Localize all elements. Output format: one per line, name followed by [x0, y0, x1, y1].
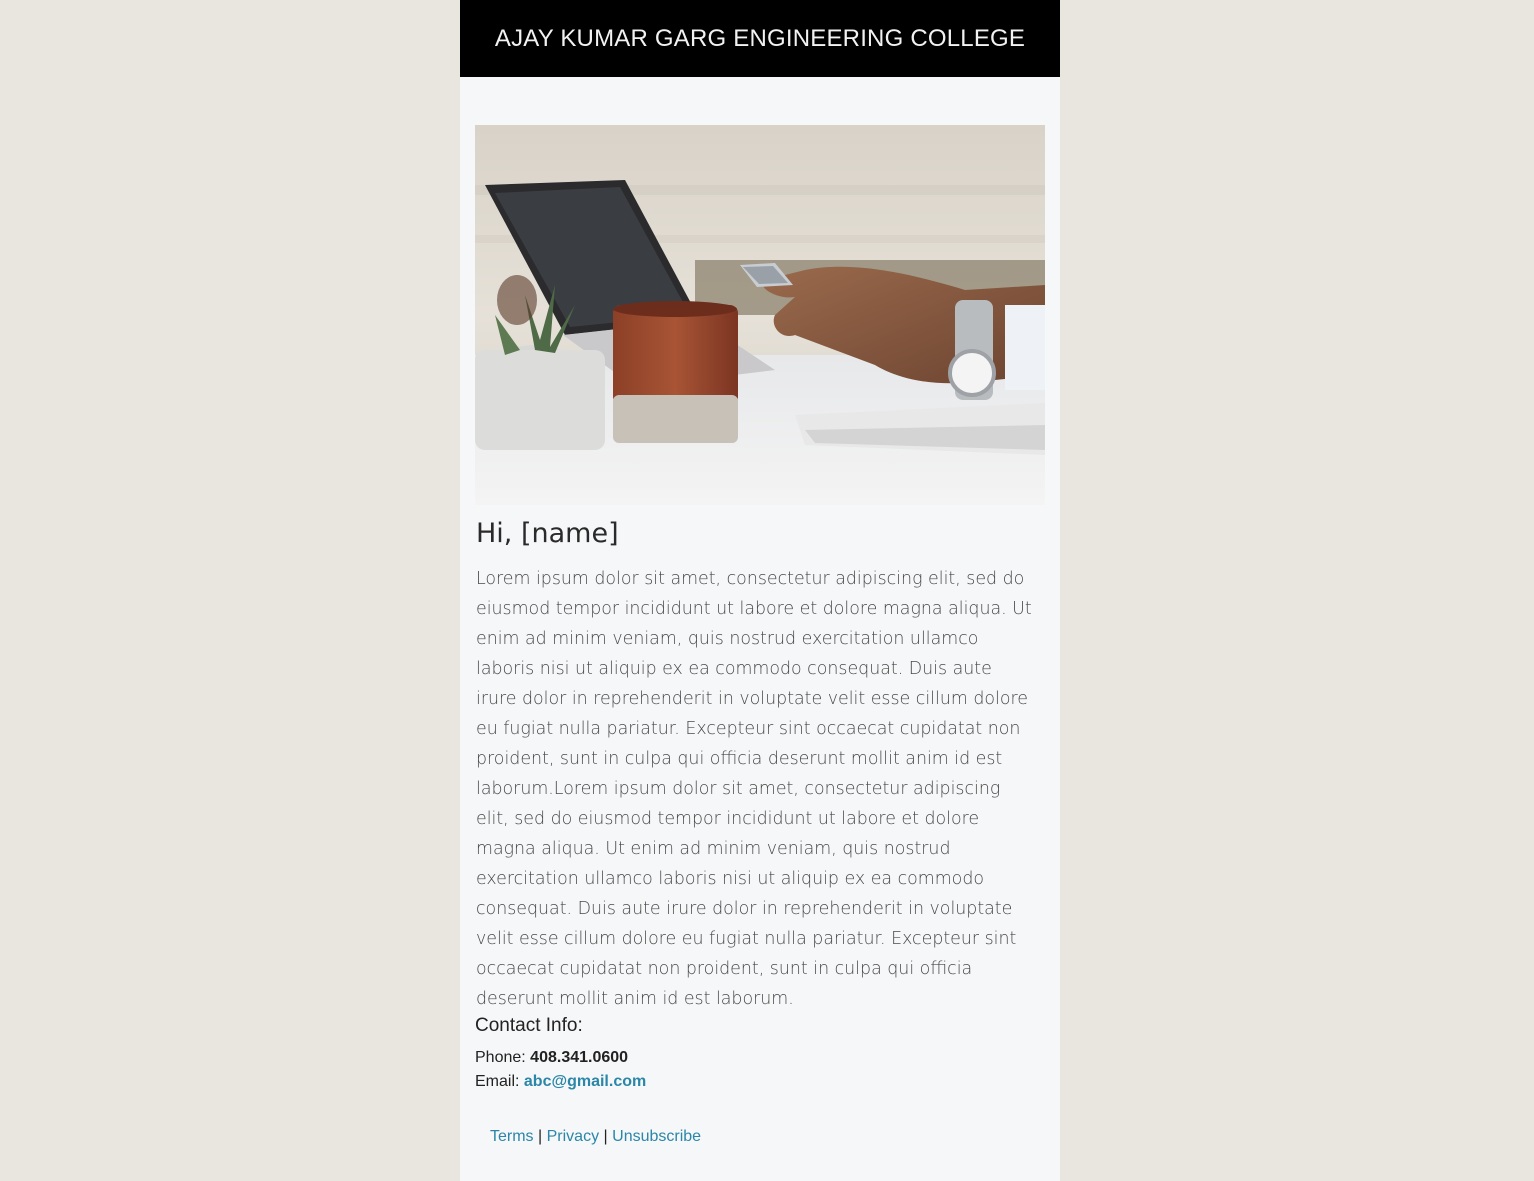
hero-image: [475, 125, 1045, 505]
privacy-link[interactable]: Privacy: [547, 1128, 599, 1145]
body-paragraph: Lorem ipsum dolor sit amet, consectetur …: [476, 569, 1032, 1009]
greeting-heading: Hi, [name]: [476, 518, 619, 549]
header-title: AJAY KUMAR GARG ENGINEERING COLLEGE: [494, 24, 1026, 52]
phone-value: 408.341.0600: [530, 1049, 629, 1066]
terms-link[interactable]: Terms: [490, 1128, 534, 1145]
contact-phone: Phone: 408.341.0600: [475, 1049, 628, 1067]
footer-separator: |: [603, 1128, 608, 1145]
email-header: AJAY KUMAR GARG ENGINEERING COLLEGE: [460, 0, 1060, 77]
email-link[interactable]: abc@gmail.com: [524, 1073, 646, 1090]
footer-links: Terms | Privacy | Unsubscribe: [490, 1128, 701, 1146]
hero-illustration: [475, 125, 1045, 505]
email-container: AJAY KUMAR GARG ENGINEERING COLLEGE Hi, …: [460, 0, 1060, 1181]
phone-label: Phone:: [475, 1049, 526, 1066]
contact-heading: Contact Info:: [475, 1015, 583, 1036]
unsubscribe-link[interactable]: Unsubscribe: [612, 1128, 701, 1145]
contact-email: Email: abc@gmail.com: [475, 1073, 646, 1091]
footer-separator: |: [538, 1128, 543, 1145]
email-label: Email:: [475, 1073, 520, 1090]
